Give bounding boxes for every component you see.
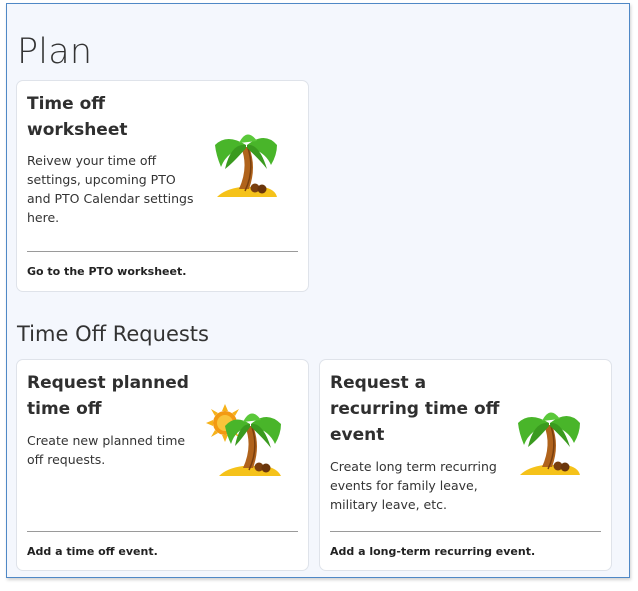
palm-tree-icon	[514, 403, 582, 483]
recurring-card-desc-line3: military leave, etc.	[330, 497, 447, 512]
recurring-card-link[interactable]: Add a long-term recurring event.	[330, 545, 535, 558]
recurring-card-title-line3: event	[330, 425, 385, 445]
worksheet-card-title: Time off worksheet	[27, 91, 127, 143]
planned-card-title-line1: Request planned	[27, 373, 189, 393]
planned-card-title: Request planned time off	[27, 370, 189, 422]
planned-card-desc-line1: Create new planned time	[27, 433, 186, 448]
worksheet-card-desc-line1: Reivew your time off	[27, 153, 157, 168]
worksheet-card-title-line2: worksheet	[27, 120, 128, 140]
recurring-card-description: Create long term recurring events for fa…	[330, 457, 497, 514]
worksheet-card-desc-line2: settings, upcoming PTO	[27, 172, 176, 187]
recurring-card-divider	[330, 531, 601, 532]
planned-card-divider	[27, 531, 298, 532]
worksheet-card-title-line1: Time off	[27, 94, 106, 114]
recurring-card-desc-line1: Create long term recurring	[330, 459, 497, 474]
planned-card-desc-line2: off requests.	[27, 452, 106, 467]
page-title: Plan	[17, 32, 93, 72]
recurring-card-title: Request a recurring time off event	[330, 370, 499, 448]
worksheet-card-desc-line4: here.	[27, 210, 60, 225]
time-off-requests-heading: Time Off Requests	[17, 322, 209, 346]
palm-tree-icon	[211, 125, 279, 205]
plan-panel: Plan Time off worksheet Reivew your time…	[6, 3, 630, 578]
planned-card-title-line2: time off	[27, 399, 102, 419]
worksheet-card-link[interactable]: Go to the PTO worksheet.	[27, 265, 186, 278]
recurring-card-title-line2: recurring time off	[330, 399, 500, 419]
worksheet-card[interactable]: Time off worksheet Reivew your time off …	[16, 80, 309, 292]
planned-time-off-card[interactable]: Request planned time off Create new plan…	[16, 359, 309, 571]
recurring-card-desc-line2: events for family leave,	[330, 478, 478, 493]
worksheet-card-description: Reivew your time off settings, upcoming …	[27, 151, 194, 227]
palm-tree-sun-icon	[205, 402, 283, 484]
planned-card-description: Create new planned time off requests.	[27, 431, 185, 469]
recurring-time-off-card[interactable]: Request a recurring time off event Creat…	[319, 359, 612, 571]
recurring-card-title-line1: Request a	[330, 373, 427, 393]
planned-card-link[interactable]: Add a time off event.	[27, 545, 158, 558]
worksheet-card-desc-line3: and PTO Calendar settings	[27, 191, 194, 206]
worksheet-card-divider	[27, 251, 298, 252]
